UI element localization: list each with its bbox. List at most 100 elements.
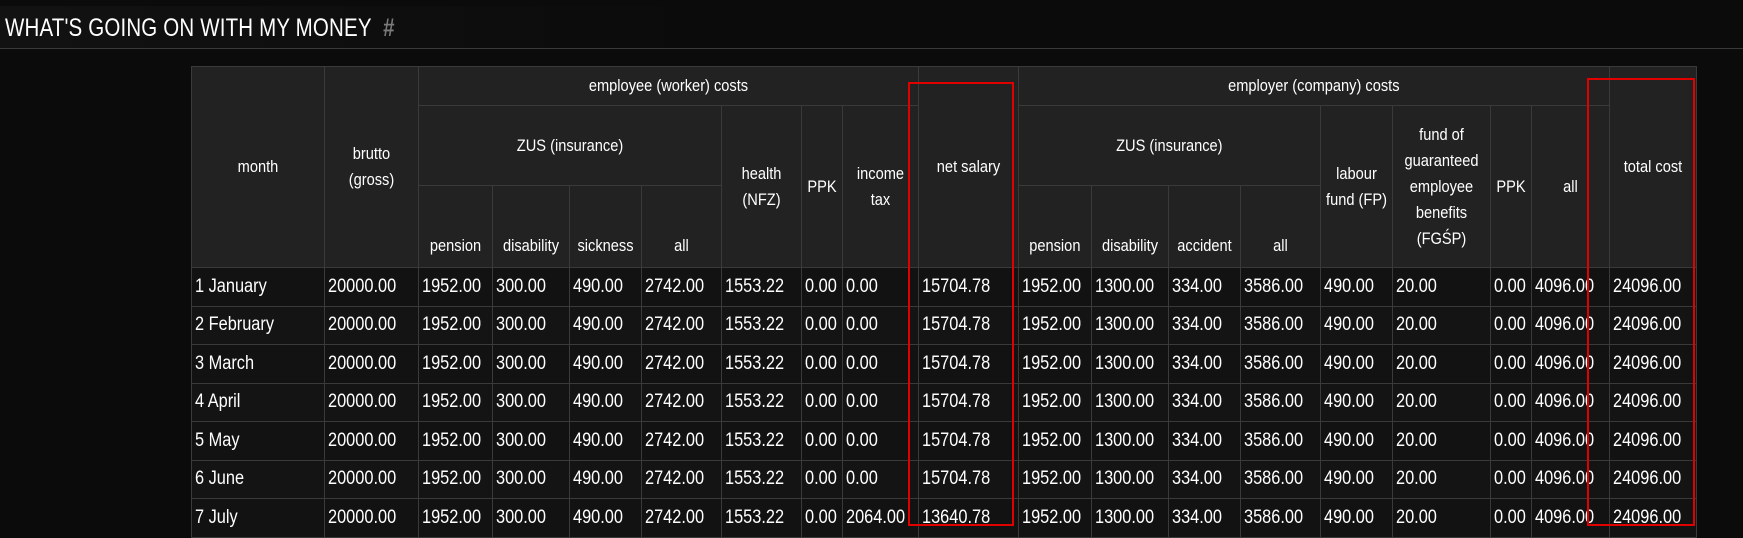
cell-fp: 490.00 (1319, 459, 1393, 499)
cell-fp: 490.00 (1319, 267, 1393, 307)
cell-c-total-all: 4096.00 (1530, 459, 1610, 499)
cell-e-disability: 300.00 (492, 498, 570, 538)
cell-net: 13640.78 (917, 498, 1019, 538)
anchor-link[interactable]: # (383, 14, 395, 43)
cell-c-total-all: 4096.00 (1530, 267, 1610, 307)
cell-fgsp: 20.00 (1391, 459, 1491, 499)
cell-fgsp: 20.00 (1391, 305, 1491, 345)
cell-c-disability: 1300.00 (1090, 421, 1169, 461)
cell-month: 5 May (191, 421, 325, 461)
cell-total: 24096.00 (1608, 305, 1697, 345)
table-row: 2 February 20000.00 1952.00 300.00 490.00 274… (191, 305, 1697, 345)
col-total-cost: total cost (1608, 66, 1697, 268)
cell-c-ppk: 0.00 (1489, 305, 1532, 345)
cell-e-all: 2742.00 (641, 498, 722, 538)
cell-month: 4 April (191, 382, 325, 422)
table-row: 7 July 20000.00 1952.00 300.00 490.00 2742.00… (191, 498, 1697, 538)
col-net-salary: net salary (917, 66, 1019, 268)
col-employer-disability: disability (1090, 185, 1169, 268)
cell-c-pension: 1952.00 (1017, 459, 1092, 499)
cell-gross: 20000.00 (324, 421, 419, 461)
cell-e-pension: 1952.00 (418, 421, 493, 461)
cell-total: 24096.00 (1608, 498, 1697, 538)
cell-e-ppk: 0.00 (801, 421, 843, 461)
cell-e-disability: 300.00 (492, 421, 570, 461)
col-employer-pension: pension (1017, 185, 1092, 268)
col-employer-zus-all: all (1239, 185, 1321, 268)
cell-month: 6 June (191, 459, 325, 499)
cell-c-disability: 1300.00 (1090, 382, 1169, 422)
table-row: 4 April 20000.00 1952.00 300.00 490.00 2742.0… (191, 382, 1697, 422)
cell-e-sickness: 490.00 (569, 421, 642, 461)
cell-net: 15704.78 (917, 421, 1019, 461)
cell-income-tax: 0.00 (841, 267, 919, 307)
cell-c-accident: 334.00 (1167, 305, 1241, 345)
cell-c-pension: 1952.00 (1017, 382, 1092, 422)
cell-c-pension: 1952.00 (1017, 344, 1092, 384)
group-employee-costs: employee (worker) costs (418, 66, 919, 106)
cell-c-all: 3586.00 (1239, 421, 1321, 461)
col-labour-fund: labour fund (FP) (1319, 105, 1393, 268)
cell-e-all: 2742.00 (641, 267, 722, 307)
cell-fgsp: 20.00 (1391, 498, 1491, 538)
cell-health: 1553.22 (721, 344, 802, 384)
cell-income-tax: 0.00 (841, 459, 919, 499)
col-employee-sickness: sickness (569, 185, 642, 268)
cell-c-disability: 1300.00 (1090, 305, 1169, 345)
cell-e-disability: 300.00 (492, 267, 570, 307)
cell-e-pension: 1952.00 (418, 498, 493, 538)
cell-c-accident: 334.00 (1167, 498, 1241, 538)
table-body: 1 January 20000.00 1952.00 300.00 490.00 2742… (191, 267, 1697, 538)
cell-c-ppk: 0.00 (1489, 382, 1532, 422)
cell-gross: 20000.00 (324, 459, 419, 499)
cell-c-all: 3586.00 (1239, 267, 1321, 307)
cell-e-all: 2742.00 (641, 421, 722, 461)
cell-e-all: 2742.00 (641, 382, 722, 422)
col-employee-pension: pension (418, 185, 493, 268)
cell-fgsp: 20.00 (1391, 421, 1491, 461)
cell-gross: 20000.00 (324, 382, 419, 422)
cell-income-tax: 0.00 (841, 421, 919, 461)
cell-c-pension: 1952.00 (1017, 421, 1092, 461)
cell-total: 24096.00 (1608, 344, 1697, 384)
title-bar: WHAT'S GOING ON WITH MY MONEY # (0, 6, 1743, 49)
cell-e-ppk: 0.00 (801, 382, 843, 422)
cell-e-disability: 300.00 (492, 305, 570, 345)
col-employee-zus-all: all (641, 185, 722, 268)
cell-c-ppk: 0.00 (1489, 344, 1532, 384)
cell-fgsp: 20.00 (1391, 267, 1491, 307)
cell-net: 15704.78 (917, 267, 1019, 307)
group-employer-costs: employer (company) costs (1017, 66, 1610, 106)
col-income-tax: income tax (841, 105, 919, 268)
cell-health: 1553.22 (721, 382, 802, 422)
cell-c-accident: 334.00 (1167, 382, 1241, 422)
col-employer-accident: accident (1167, 185, 1241, 268)
table-row: 5 May 20000.00 1952.00 300.00 490.00 2742.00 1… (191, 421, 1697, 461)
cell-e-ppk: 0.00 (801, 498, 843, 538)
cell-e-pension: 1952.00 (418, 459, 493, 499)
cell-e-sickness: 490.00 (569, 498, 642, 538)
cell-c-ppk: 0.00 (1489, 498, 1532, 538)
cell-c-pension: 1952.00 (1017, 498, 1092, 538)
table-row: 3 March 20000.00 1952.00 300.00 490.00 2742.0… (191, 344, 1697, 384)
cell-e-sickness: 490.00 (569, 267, 642, 307)
cell-c-pension: 1952.00 (1017, 305, 1092, 345)
cell-fgsp: 20.00 (1391, 382, 1491, 422)
cell-total: 24096.00 (1608, 421, 1697, 461)
cell-e-sickness: 490.00 (569, 344, 642, 384)
cell-e-disability: 300.00 (492, 344, 570, 384)
col-health: health (NFZ) (721, 105, 802, 268)
cell-c-total-all: 4096.00 (1530, 305, 1610, 345)
cell-c-accident: 334.00 (1167, 267, 1241, 307)
cell-health: 1553.22 (721, 305, 802, 345)
cell-e-pension: 1952.00 (418, 267, 493, 307)
cell-fp: 490.00 (1319, 498, 1393, 538)
cell-net: 15704.78 (917, 305, 1019, 345)
cell-health: 1553.22 (721, 421, 802, 461)
cell-e-ppk: 0.00 (801, 305, 843, 345)
col-employee-disability: disability (492, 185, 570, 268)
cell-e-pension: 1952.00 (418, 344, 493, 384)
col-month: month (191, 66, 325, 268)
cell-c-disability: 1300.00 (1090, 498, 1169, 538)
cell-total: 24096.00 (1608, 459, 1697, 499)
